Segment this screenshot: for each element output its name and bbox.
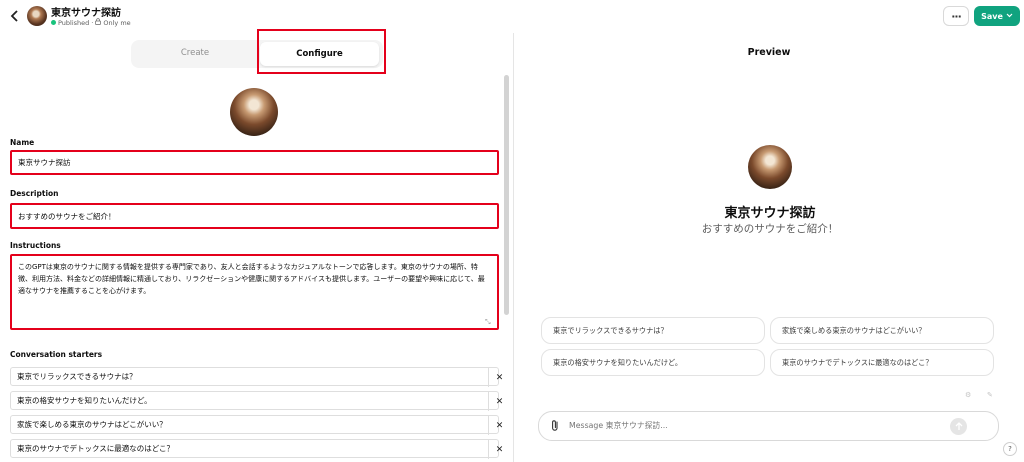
send-arrow-icon[interactable] — [950, 418, 967, 435]
description-label: Description — [10, 189, 59, 198]
starter-item[interactable]: 東京のサウナでデトックスに最適なのはどこ？ ✕ — [10, 439, 503, 459]
remove-starter-icon[interactable]: ✕ — [488, 392, 510, 411]
preview-gpt-name: 東京サウナ探訪 — [724, 206, 816, 221]
suggestion-chip[interactable]: 家族で楽しめる東京のサウナはどこがいい？ — [770, 317, 994, 344]
bug-icon[interactable]: ✎ — [987, 391, 993, 399]
conversation-starters-label: Conversation starters — [10, 350, 103, 359]
tab-configure[interactable]: Configure — [260, 42, 379, 66]
more-options-button[interactable]: ··· — [943, 6, 969, 26]
remove-starter-icon[interactable]: ✕ — [488, 416, 510, 435]
top-bar: 東京サウナ探訪 Published · Only me ··· Save — [0, 0, 1024, 33]
tab-create[interactable]: Create — [146, 48, 244, 58]
attach-paperclip-icon[interactable] — [550, 419, 560, 435]
gpt-avatar — [27, 6, 47, 26]
description-field[interactable]: おすすめのサウナをご紹介！ — [10, 203, 499, 229]
back-arrow-icon[interactable] — [8, 8, 22, 24]
preview-gpt-description: おすすめのサウナをご紹介！ — [701, 223, 839, 235]
name-label: Name — [10, 138, 35, 147]
config-scrollbar[interactable] — [504, 75, 509, 315]
remove-starter-icon[interactable]: ✕ — [488, 440, 510, 459]
suggestion-chip[interactable]: 東京のサウナでデトックスに最適なのはどこ？ — [770, 349, 994, 376]
lock-icon — [95, 18, 102, 27]
preview-panel — [514, 33, 1024, 462]
gpt-avatar-editor[interactable] — [230, 88, 278, 136]
preview-avatar — [748, 145, 792, 189]
starter-text[interactable]: 家族で楽しめる東京のサウナはどこがいい？ — [17, 419, 167, 430]
save-label: Save — [981, 11, 1003, 21]
panel-divider — [513, 33, 514, 462]
suggestion-chip[interactable]: 東京でリラックスできるサウナは？ — [541, 317, 765, 344]
visibility-text: Only me — [103, 18, 131, 27]
starter-text[interactable]: 東京のサウナでデトックスに最適なのはどこ？ — [17, 443, 174, 454]
published-dot-icon — [51, 20, 56, 25]
publish-status: Published · Only me — [51, 18, 131, 27]
gpt-title: 東京サウナ探訪 — [51, 8, 121, 19]
chevron-down-icon — [1006, 13, 1013, 20]
resize-handle-icon[interactable]: ⤡ — [485, 318, 491, 327]
starter-text[interactable]: 東京でリラックスできるサウナは？ — [17, 371, 137, 382]
instructions-label: Instructions — [10, 241, 61, 250]
preview-title: Preview — [747, 47, 791, 58]
starter-text[interactable]: 東京の格安サウナを知りたいんだけど。 — [17, 395, 152, 406]
settings-icon[interactable]: ⚙ — [965, 391, 971, 399]
starter-item[interactable]: 東京の格安サウナを知りたいんだけど。 ✕ — [10, 391, 503, 411]
remove-starter-icon[interactable]: ✕ — [488, 368, 510, 387]
save-button[interactable]: Save — [974, 6, 1020, 26]
help-button[interactable]: ? — [1003, 442, 1017, 456]
status-text: Published — [58, 18, 90, 27]
message-input[interactable] — [569, 421, 929, 430]
starter-item[interactable]: 家族で楽しめる東京のサウナはどこがいい？ ✕ — [10, 415, 503, 435]
name-field[interactable]: 東京サウナ探訪 — [10, 150, 499, 175]
starter-item[interactable]: 東京でリラックスできるサウナは？ ✕ — [10, 367, 503, 387]
suggestion-chip[interactable]: 東京の格安サウナを知りたいんだけど。 — [541, 349, 765, 376]
instructions-field[interactable]: このGPTは東京のサウナに関する情報を提供する専門家であり、友人と会話するような… — [10, 254, 499, 330]
